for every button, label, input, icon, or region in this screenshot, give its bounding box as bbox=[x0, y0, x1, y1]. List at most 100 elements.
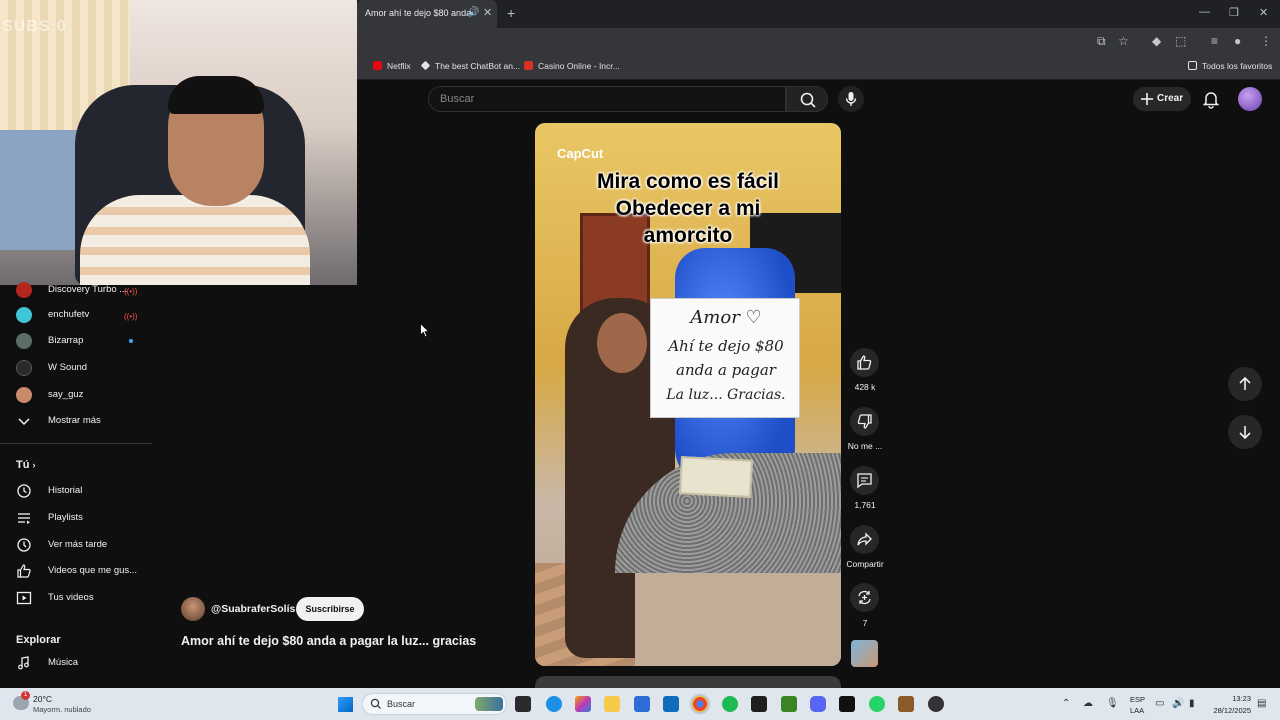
previous-short-button[interactable] bbox=[1228, 367, 1262, 401]
whatsapp-icon[interactable] bbox=[869, 696, 885, 712]
sound-thumbnail[interactable] bbox=[851, 640, 878, 667]
remix-button[interactable] bbox=[850, 583, 879, 612]
tab-title: Amor ahí te dejo $80 anda bbox=[365, 8, 472, 18]
share-button[interactable] bbox=[850, 525, 879, 554]
clock-date[interactable]: 28/12/2025 bbox=[1203, 706, 1251, 715]
new-tab-icon[interactable]: + bbox=[507, 5, 515, 21]
sidebar-item-playlists[interactable]: Playlists bbox=[0, 507, 152, 531]
sidebar-item-label: Discovery Turbo ... bbox=[48, 284, 128, 295]
spotify-icon[interactable] bbox=[722, 696, 738, 712]
network-icon[interactable]: ▭ bbox=[1155, 698, 1164, 709]
sidebar-item-music[interactable]: Música bbox=[0, 652, 152, 676]
sidebar-item-history[interactable]: Historial bbox=[0, 480, 152, 504]
notification-center-icon[interactable]: ▤ bbox=[1257, 698, 1266, 709]
account-avatar[interactable] bbox=[1238, 87, 1262, 111]
comment-count: 1,761 bbox=[854, 500, 876, 510]
obs-icon[interactable] bbox=[751, 696, 767, 712]
window-close-icon[interactable]: ✕ bbox=[1259, 6, 1268, 19]
sidebar-item-label: Historial bbox=[48, 485, 83, 496]
browser-menu-icon[interactable]: ⋮ bbox=[1260, 34, 1272, 48]
dislike-button[interactable] bbox=[850, 407, 879, 436]
profile-icon[interactable]: ● bbox=[1234, 34, 1241, 48]
sidebar-item-w-sound[interactable]: W Sound bbox=[0, 357, 152, 381]
weather-temperature[interactable]: 20°C bbox=[33, 694, 52, 704]
search-input[interactable]: Buscar bbox=[428, 86, 786, 112]
bookmarks-bar: Netflix The best ChatBot an... Casino On… bbox=[357, 54, 1280, 80]
battery-icon[interactable]: ▮ bbox=[1189, 698, 1195, 709]
sidebar-show-more[interactable]: Mostrar más bbox=[0, 410, 152, 434]
microphone-tray-icon[interactable]: 🎙 bbox=[1106, 698, 1119, 709]
file-explorer-icon[interactable] bbox=[604, 696, 620, 712]
search-button[interactable] bbox=[786, 86, 828, 112]
voice-search-button[interactable] bbox=[838, 86, 864, 112]
video-dollar-bill bbox=[679, 456, 753, 498]
short-video-player[interactable]: Amor ♡ Ahí te dejo $80 anda a pagar La l… bbox=[535, 123, 841, 666]
liked-videos-icon bbox=[17, 564, 31, 578]
tab-audio-icon[interactable]: 🔊 bbox=[467, 7, 479, 18]
weather-description[interactable]: Mayorm. nublado bbox=[33, 705, 91, 714]
tiktok-icon[interactable] bbox=[839, 696, 855, 712]
tab-close-icon[interactable]: ✕ bbox=[483, 6, 492, 19]
sidebar-item-liked-videos[interactable]: Videos que me gus... bbox=[0, 560, 152, 584]
taskbar-search[interactable]: Buscar bbox=[362, 693, 507, 715]
casino-icon bbox=[524, 61, 533, 70]
live-icon: ((•)) bbox=[124, 287, 138, 296]
remix-icon bbox=[858, 590, 871, 605]
channel-avatar[interactable] bbox=[181, 597, 205, 621]
sidebar-you-heading[interactable]: Tú › bbox=[16, 459, 36, 471]
channel-handle[interactable]: @SuabraferSolís bbox=[211, 603, 295, 615]
sidebar-item-label: Ver más tarde bbox=[48, 539, 108, 550]
copilot-icon[interactable] bbox=[575, 696, 591, 712]
task-view-icon[interactable] bbox=[515, 696, 531, 712]
sidebar-item-discovery-turbo[interactable]: Discovery Turbo ... ((•)) bbox=[0, 279, 152, 303]
minecraft-icon[interactable] bbox=[781, 696, 797, 712]
comments-button[interactable] bbox=[850, 466, 879, 495]
app-icon[interactable] bbox=[928, 696, 944, 712]
next-short-preview[interactable] bbox=[535, 676, 841, 688]
sidebar-item-bizarrap[interactable]: Bizarrap bbox=[0, 330, 152, 354]
like-button[interactable] bbox=[850, 348, 879, 377]
input-layout[interactable]: LAA bbox=[1130, 706, 1144, 715]
tray-chevron-up-icon[interactable]: ⌃ bbox=[1062, 698, 1070, 709]
cloud-tray-icon[interactable]: ☁ bbox=[1083, 698, 1093, 709]
channel-avatar bbox=[16, 307, 32, 323]
outlook-icon[interactable] bbox=[663, 696, 679, 712]
video-caption-line: amorcito bbox=[643, 224, 733, 247]
bookmark-netflix[interactable]: Netflix bbox=[373, 61, 411, 71]
extensions-puzzle-icon[interactable]: ⬚ bbox=[1175, 34, 1186, 48]
media-controls-icon[interactable]: ≡ bbox=[1211, 34, 1218, 48]
store-icon[interactable] bbox=[634, 696, 650, 712]
bookmark-star-icon[interactable]: ☆ bbox=[1118, 34, 1129, 48]
chrome-icon[interactable] bbox=[690, 694, 710, 714]
sidebar-item-your-videos[interactable]: Tus videos bbox=[0, 587, 152, 611]
sidebar-item-watch-later[interactable]: Ver más tarde bbox=[0, 534, 152, 558]
notifications-button[interactable] bbox=[1200, 88, 1222, 110]
browser-toolbar: ⧉ ☆ ◆ ⬚ ≡ ● ⋮ bbox=[357, 28, 1280, 54]
sidebar-item-enchufetv[interactable]: enchufetv ((•)) bbox=[0, 304, 152, 328]
all-bookmarks-folder[interactable]: Todos los favoritos bbox=[1188, 61, 1272, 71]
next-short-button[interactable] bbox=[1228, 415, 1262, 449]
sidebar-item-say-guz[interactable]: say_guz bbox=[0, 384, 152, 408]
package-icon[interactable] bbox=[898, 696, 914, 712]
discord-icon[interactable] bbox=[810, 696, 826, 712]
clock-time[interactable]: 13:23 bbox=[1203, 694, 1251, 703]
input-language[interactable]: ESP bbox=[1130, 695, 1145, 704]
windows-start-icon[interactable] bbox=[338, 697, 353, 712]
arrow-up-icon bbox=[1239, 376, 1251, 390]
edge-icon[interactable] bbox=[546, 696, 562, 712]
install-app-icon[interactable]: ⧉ bbox=[1097, 34, 1106, 49]
browser-tab-active[interactable]: Amor ahí te dejo $80 anda 🔊 ✕ bbox=[357, 0, 497, 28]
bookmark-casino[interactable]: Casino Online - Incr... bbox=[524, 61, 620, 71]
restore-icon[interactable]: ❐ bbox=[1229, 6, 1239, 19]
create-button[interactable]: Crear bbox=[1133, 87, 1191, 111]
search-icon bbox=[800, 92, 816, 108]
like-count: 428 k bbox=[854, 382, 876, 392]
sign-line: La luz... Gracias. bbox=[666, 387, 786, 403]
extension-diamond-icon[interactable]: ◆ bbox=[1152, 34, 1161, 48]
volume-icon[interactable]: 🔊 bbox=[1172, 698, 1184, 709]
minimize-icon[interactable]: — bbox=[1199, 6, 1210, 18]
live-icon: ((•)) bbox=[124, 312, 138, 321]
bookmark-chatbot[interactable]: The best ChatBot an... bbox=[420, 60, 520, 71]
channel-avatar bbox=[16, 387, 32, 403]
subscribe-button[interactable]: Suscribirse bbox=[296, 597, 364, 621]
